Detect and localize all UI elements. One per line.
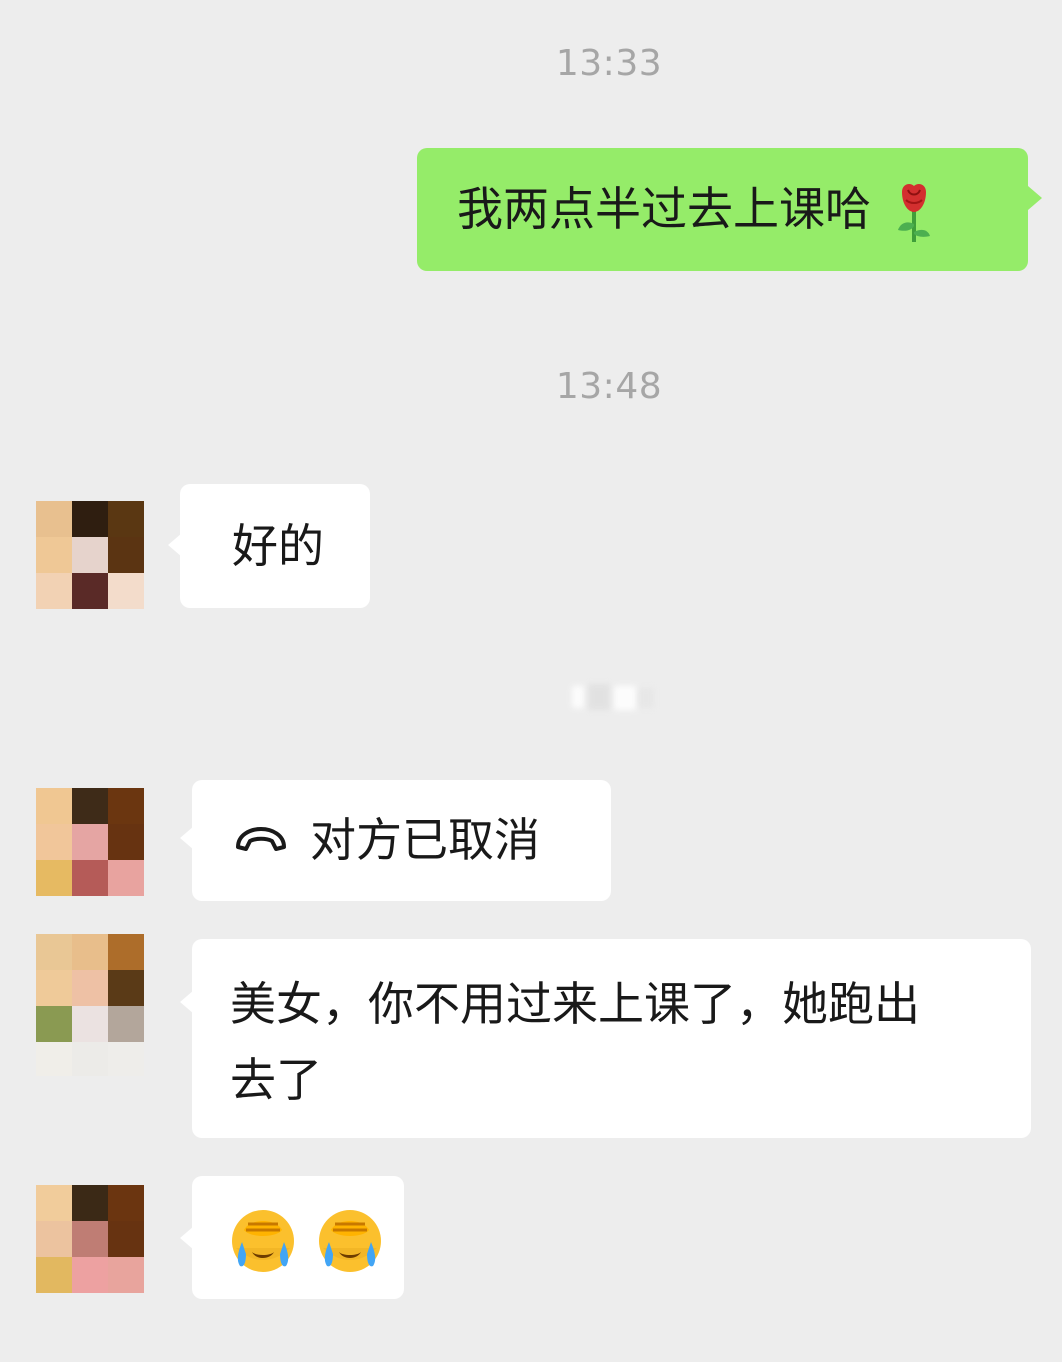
message-text: 美女，你不用过来上课了，她跑出 [230,977,920,1031]
rose-icon [897,183,930,242]
contact-avatar[interactable] [36,788,144,896]
call-message-bubble[interactable]: 对方已取消 [192,780,611,901]
contact-avatar[interactable] [36,934,144,1076]
facepalm-crying-emoji [318,1209,381,1272]
message-text: 好的 [232,519,324,573]
contact-avatar[interactable] [36,501,144,609]
blurred-label [572,684,654,710]
hangup-icon [236,827,286,851]
message-bubble-outgoing[interactable]: 我两点半过去上课哈 [417,148,1028,271]
message-bubble-incoming[interactable]: 好的 [180,484,370,608]
facepalm-crying-emoji [232,1209,294,1272]
timestamp: 13:33 [555,43,663,84]
message-text: 我两点半过去上课哈 [457,182,871,236]
contact-avatar[interactable] [36,1185,144,1293]
emoji-message-bubble[interactable] [192,1176,404,1299]
timestamp: 13:48 [555,366,663,407]
message-bubble-incoming[interactable]: 美女，你不用过来上课了，她跑出 去了 [192,939,1031,1138]
bubble-tail [1028,186,1042,210]
message-text: 去了 [230,1053,322,1107]
call-status-text: 对方已取消 [310,813,540,867]
